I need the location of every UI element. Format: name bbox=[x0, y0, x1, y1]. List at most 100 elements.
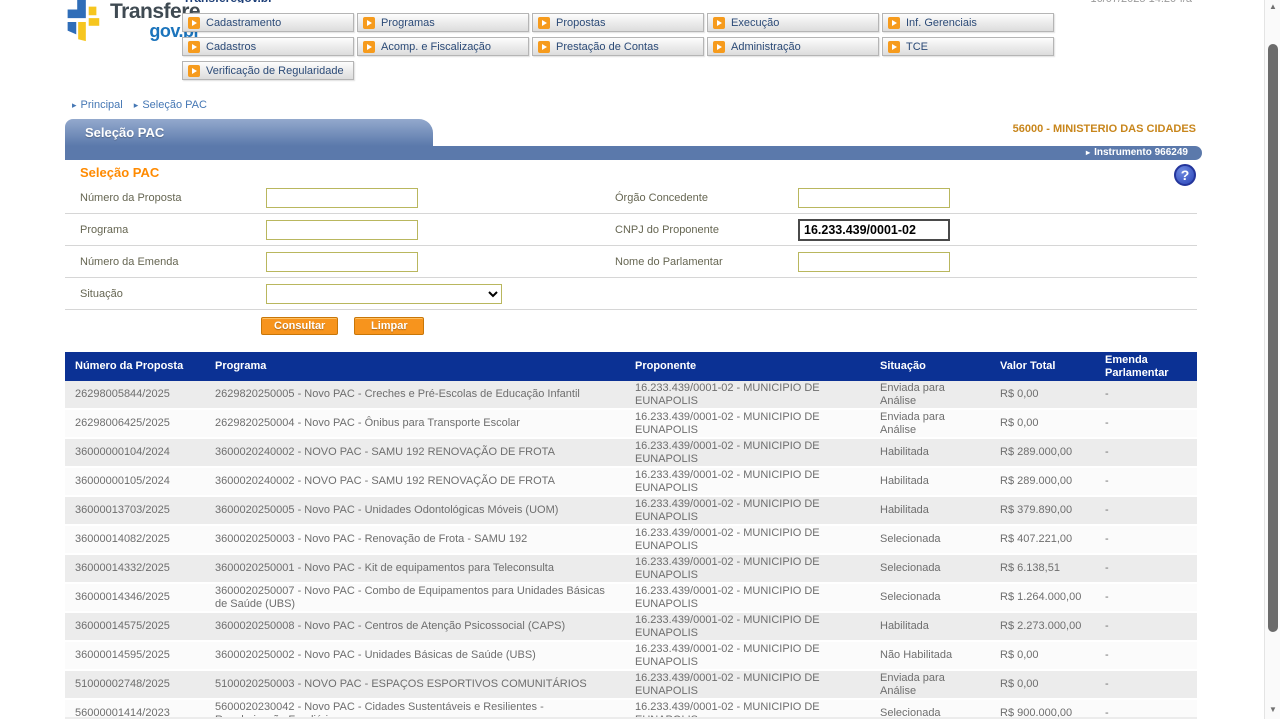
cell-programa: 5100020250003 - NOVO PAC - ESPAÇOS ESPOR… bbox=[205, 670, 625, 699]
cell-programa: 5600020230042 - Novo PAC - Cidades Suste… bbox=[205, 699, 625, 719]
cell-emenda: - bbox=[1095, 641, 1197, 670]
cell-emenda: - bbox=[1095, 409, 1197, 438]
menu-item-propostas[interactable]: Propostas bbox=[532, 13, 704, 32]
menu-item-inf-gerenciais[interactable]: Inf. Gerenciais bbox=[882, 13, 1054, 32]
table-row[interactable]: 36000014595/2025 3600020250002 - Novo PA… bbox=[65, 641, 1197, 670]
results-table: Número da Proposta Programa Proponente S… bbox=[65, 352, 1197, 719]
menu-item-label: Execução bbox=[731, 17, 779, 29]
numero-proposta-input[interactable] bbox=[266, 188, 418, 208]
menu-item-label: Programas bbox=[381, 17, 435, 29]
cell-situacao: Selecionada bbox=[870, 699, 990, 719]
cell-programa: 3600020250001 - Novo PAC - Kit de equipa… bbox=[205, 554, 625, 583]
cell-proponente: 16.233.439/0001-02 - MUNICIPIO DE EUNAPO… bbox=[625, 670, 870, 699]
cell-proponente: 16.233.439/0001-02 - MUNICIPIO DE EUNAPO… bbox=[625, 438, 870, 467]
cell-programa: 3600020250002 - Novo PAC - Unidades Bási… bbox=[205, 641, 625, 670]
cell-emenda: - bbox=[1095, 612, 1197, 641]
cell-proponente: 16.233.439/0001-02 - MUNICIPIO DE EUNAPO… bbox=[625, 699, 870, 719]
menu-item-verificacao-regularidade[interactable]: Verificação de Regularidade bbox=[182, 61, 354, 80]
page-tab-title: Seleção PAC bbox=[85, 125, 164, 140]
table-row[interactable]: 36000014575/2025 3600020250008 - Novo PA… bbox=[65, 612, 1197, 641]
breadcrumb-arrow-icon: ▸ bbox=[72, 100, 77, 110]
cell-valor: R$ 0,00 bbox=[990, 381, 1095, 409]
cell-proposta: 36000014332/2025 bbox=[65, 554, 205, 583]
menu-item-label: Cadastros bbox=[206, 41, 256, 53]
cell-proponente: 16.233.439/0001-02 - MUNICIPIO DE EUNAPO… bbox=[625, 583, 870, 612]
scroll-down-icon[interactable]: ▼ bbox=[1265, 703, 1280, 717]
cell-situacao: Habilitada bbox=[870, 612, 990, 641]
cell-proposta: 51000002748/2025 bbox=[65, 670, 205, 699]
cell-proposta: 26298005844/2025 bbox=[65, 381, 205, 409]
menu-item-execucao[interactable]: Execução bbox=[707, 13, 879, 32]
menu-arrow-icon bbox=[363, 41, 375, 53]
limpar-button[interactable]: Limpar bbox=[354, 317, 424, 335]
cnpj-proponente-input[interactable] bbox=[798, 219, 950, 241]
cell-proposta: 36000014595/2025 bbox=[65, 641, 205, 670]
menu-item-administracao[interactable]: Administração bbox=[707, 37, 879, 56]
menu-item-label: Acomp. e Fiscalização bbox=[381, 41, 491, 53]
table-row[interactable]: 26298006425/2025 2629820250004 - Novo PA… bbox=[65, 409, 1197, 438]
table-row[interactable]: 26298005844/2025 2629820250005 - Novo PA… bbox=[65, 381, 1197, 409]
cell-programa: 2629820250004 - Novo PAC - Ônibus para T… bbox=[205, 409, 625, 438]
menu-item-programas[interactable]: Programas bbox=[357, 13, 529, 32]
clipped-header-text: Transferegov.br bbox=[183, 0, 273, 3]
table-row[interactable]: 36000014346/2025 3600020250007 - Novo PA… bbox=[65, 583, 1197, 612]
cell-situacao: Selecionada bbox=[870, 583, 990, 612]
col-header-emenda-parlamentar: Emenda Parlamentar bbox=[1095, 352, 1197, 381]
breadcrumb-link-principal[interactable]: Principal bbox=[81, 99, 123, 111]
scrollbar-thumb[interactable] bbox=[1268, 44, 1278, 632]
menu-arrow-icon bbox=[538, 41, 550, 53]
cell-proponente: 16.233.439/0001-02 - MUNICIPIO DE EUNAPO… bbox=[625, 554, 870, 583]
cell-proponente: 16.233.439/0001-02 - MUNICIPIO DE EUNAPO… bbox=[625, 525, 870, 554]
transferegov-logo[interactable]: Transfere gov.br bbox=[58, 0, 200, 44]
cell-proposta: 36000000104/2024 bbox=[65, 438, 205, 467]
cell-valor: R$ 289.000,00 bbox=[990, 438, 1095, 467]
cell-situacao: Enviada para Análise bbox=[870, 409, 990, 438]
programa-label: Programa bbox=[80, 224, 128, 236]
cell-proponente: 16.233.439/0001-02 - MUNICIPIO DE EUNAPO… bbox=[625, 467, 870, 496]
menu-item-label: Verificação de Regularidade bbox=[206, 65, 344, 77]
cell-situacao: Selecionada bbox=[870, 525, 990, 554]
cell-programa: 3600020250008 - Novo PAC - Centros de At… bbox=[205, 612, 625, 641]
nome-parlamentar-input[interactable] bbox=[798, 252, 950, 272]
table-row[interactable]: 36000014332/2025 3600020250001 - Novo PA… bbox=[65, 554, 1197, 583]
cell-situacao: Selecionada bbox=[870, 554, 990, 583]
cell-valor: R$ 379.890,00 bbox=[990, 496, 1095, 525]
menu-item-label: Cadastramento bbox=[206, 17, 281, 29]
menu-arrow-icon bbox=[188, 41, 200, 53]
programa-input[interactable] bbox=[266, 220, 418, 240]
menu-item-label: Prestação de Contas bbox=[556, 41, 659, 53]
menu-item-cadastramento[interactable]: Cadastramento bbox=[182, 13, 354, 32]
menu-item-label: Inf. Gerenciais bbox=[906, 17, 977, 29]
menu-item-cadastros[interactable]: Cadastros bbox=[182, 37, 354, 56]
cell-emenda: - bbox=[1095, 554, 1197, 583]
col-header-valor-total: Valor Total bbox=[990, 352, 1095, 381]
table-row[interactable]: 36000000104/2024 3600020240002 - NOVO PA… bbox=[65, 438, 1197, 467]
cell-programa: 3600020240002 - NOVO PAC - SAMU 192 RENO… bbox=[205, 438, 625, 467]
situacao-select[interactable] bbox=[266, 284, 502, 304]
situacao-label: Situação bbox=[80, 288, 123, 300]
numero-emenda-input[interactable] bbox=[266, 252, 418, 272]
table-row[interactable]: 36000000105/2024 3600020240002 - NOVO PA… bbox=[65, 467, 1197, 496]
cell-proposta: 36000014575/2025 bbox=[65, 612, 205, 641]
table-row[interactable]: 51000002748/2025 5100020250003 - NOVO PA… bbox=[65, 670, 1197, 699]
cell-proposta: 36000013703/2025 bbox=[65, 496, 205, 525]
arrow-icon: ▸ bbox=[1086, 148, 1090, 157]
table-row[interactable]: 36000014082/2025 3600020250003 - Novo PA… bbox=[65, 525, 1197, 554]
menu-item-prestacao-contas[interactable]: Prestação de Contas bbox=[532, 37, 704, 56]
table-row[interactable]: 36000013703/2025 3600020250005 - Novo PA… bbox=[65, 496, 1197, 525]
transferegov-app: Transfere gov.br Transferegov.br 16/07/2… bbox=[0, 0, 1280, 719]
scroll-up-icon[interactable]: ▲ bbox=[1265, 0, 1280, 14]
orgao-concedente-input[interactable] bbox=[798, 188, 950, 208]
cell-situacao: Habilitada bbox=[870, 438, 990, 467]
cell-situacao: Habilitada bbox=[870, 496, 990, 525]
consultar-button[interactable]: Consultar bbox=[261, 317, 338, 335]
scrollbar[interactable]: ▲ ▼ bbox=[1264, 0, 1280, 719]
cnpj-proponente-label: CNPJ do Proponente bbox=[615, 224, 719, 236]
cell-valor: R$ 2.273.000,00 bbox=[990, 612, 1095, 641]
menu-item-acomp-fiscalizacao[interactable]: Acomp. e Fiscalização bbox=[357, 37, 529, 56]
menu-item-tce[interactable]: TCE bbox=[882, 37, 1054, 56]
table-row[interactable]: 56000001414/2023 5600020230042 - Novo PA… bbox=[65, 699, 1197, 719]
instrument-link[interactable]: ▸Instrumento 966249 bbox=[1086, 147, 1188, 158]
breadcrumb-link-selecao-pac[interactable]: Seleção PAC bbox=[142, 99, 207, 111]
menu-arrow-icon bbox=[188, 17, 200, 29]
